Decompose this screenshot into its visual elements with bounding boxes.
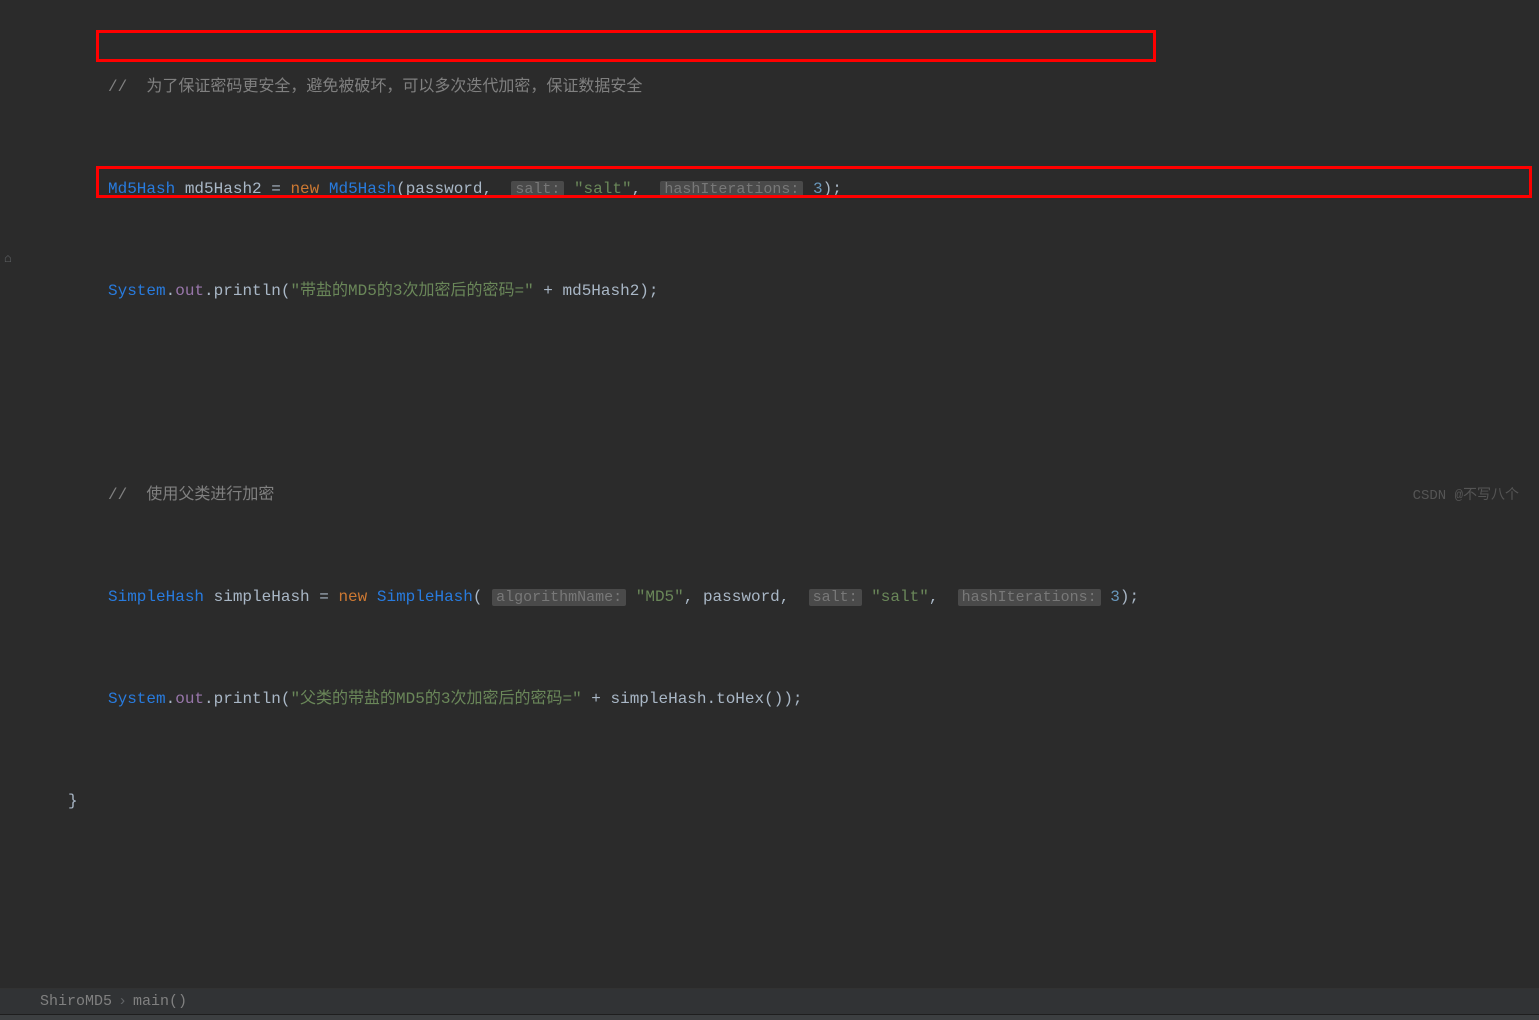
param-hint: salt: bbox=[511, 181, 564, 198]
run-tab-bar: ShiroMD5 × bbox=[0, 1014, 1539, 1020]
breadcrumb[interactable]: ShiroMD5 › main() bbox=[0, 988, 1539, 1014]
comment: // 为了保证密码更安全，避免被破坏，可以多次迭代加密，保证数据安全 bbox=[108, 78, 642, 96]
param-hint: salt: bbox=[809, 589, 862, 606]
code-editor[interactable]: // 为了保证密码更安全，避免被破坏，可以多次迭代加密，保证数据安全 Md5Ha… bbox=[0, 0, 1539, 988]
breadcrumb-method[interactable]: main() bbox=[133, 993, 187, 1010]
param-hint: hashIterations: bbox=[958, 589, 1101, 606]
highlight-box bbox=[96, 30, 1156, 62]
watermark-text: CSDN @不写八个 bbox=[1413, 484, 1519, 504]
run-tab-title[interactable]: ShiroMD5 bbox=[30, 1014, 97, 1020]
method-end-icon: ⌂ bbox=[4, 242, 12, 276]
breadcrumb-class[interactable]: ShiroMD5 bbox=[40, 993, 112, 1010]
param-hint: hashIterations: bbox=[660, 181, 803, 198]
close-icon[interactable]: × bbox=[105, 1014, 113, 1020]
comment: // 使用父类进行加密 bbox=[108, 486, 274, 504]
param-hint: algorithmName: bbox=[492, 589, 626, 606]
chevron-right-icon: › bbox=[118, 993, 127, 1010]
